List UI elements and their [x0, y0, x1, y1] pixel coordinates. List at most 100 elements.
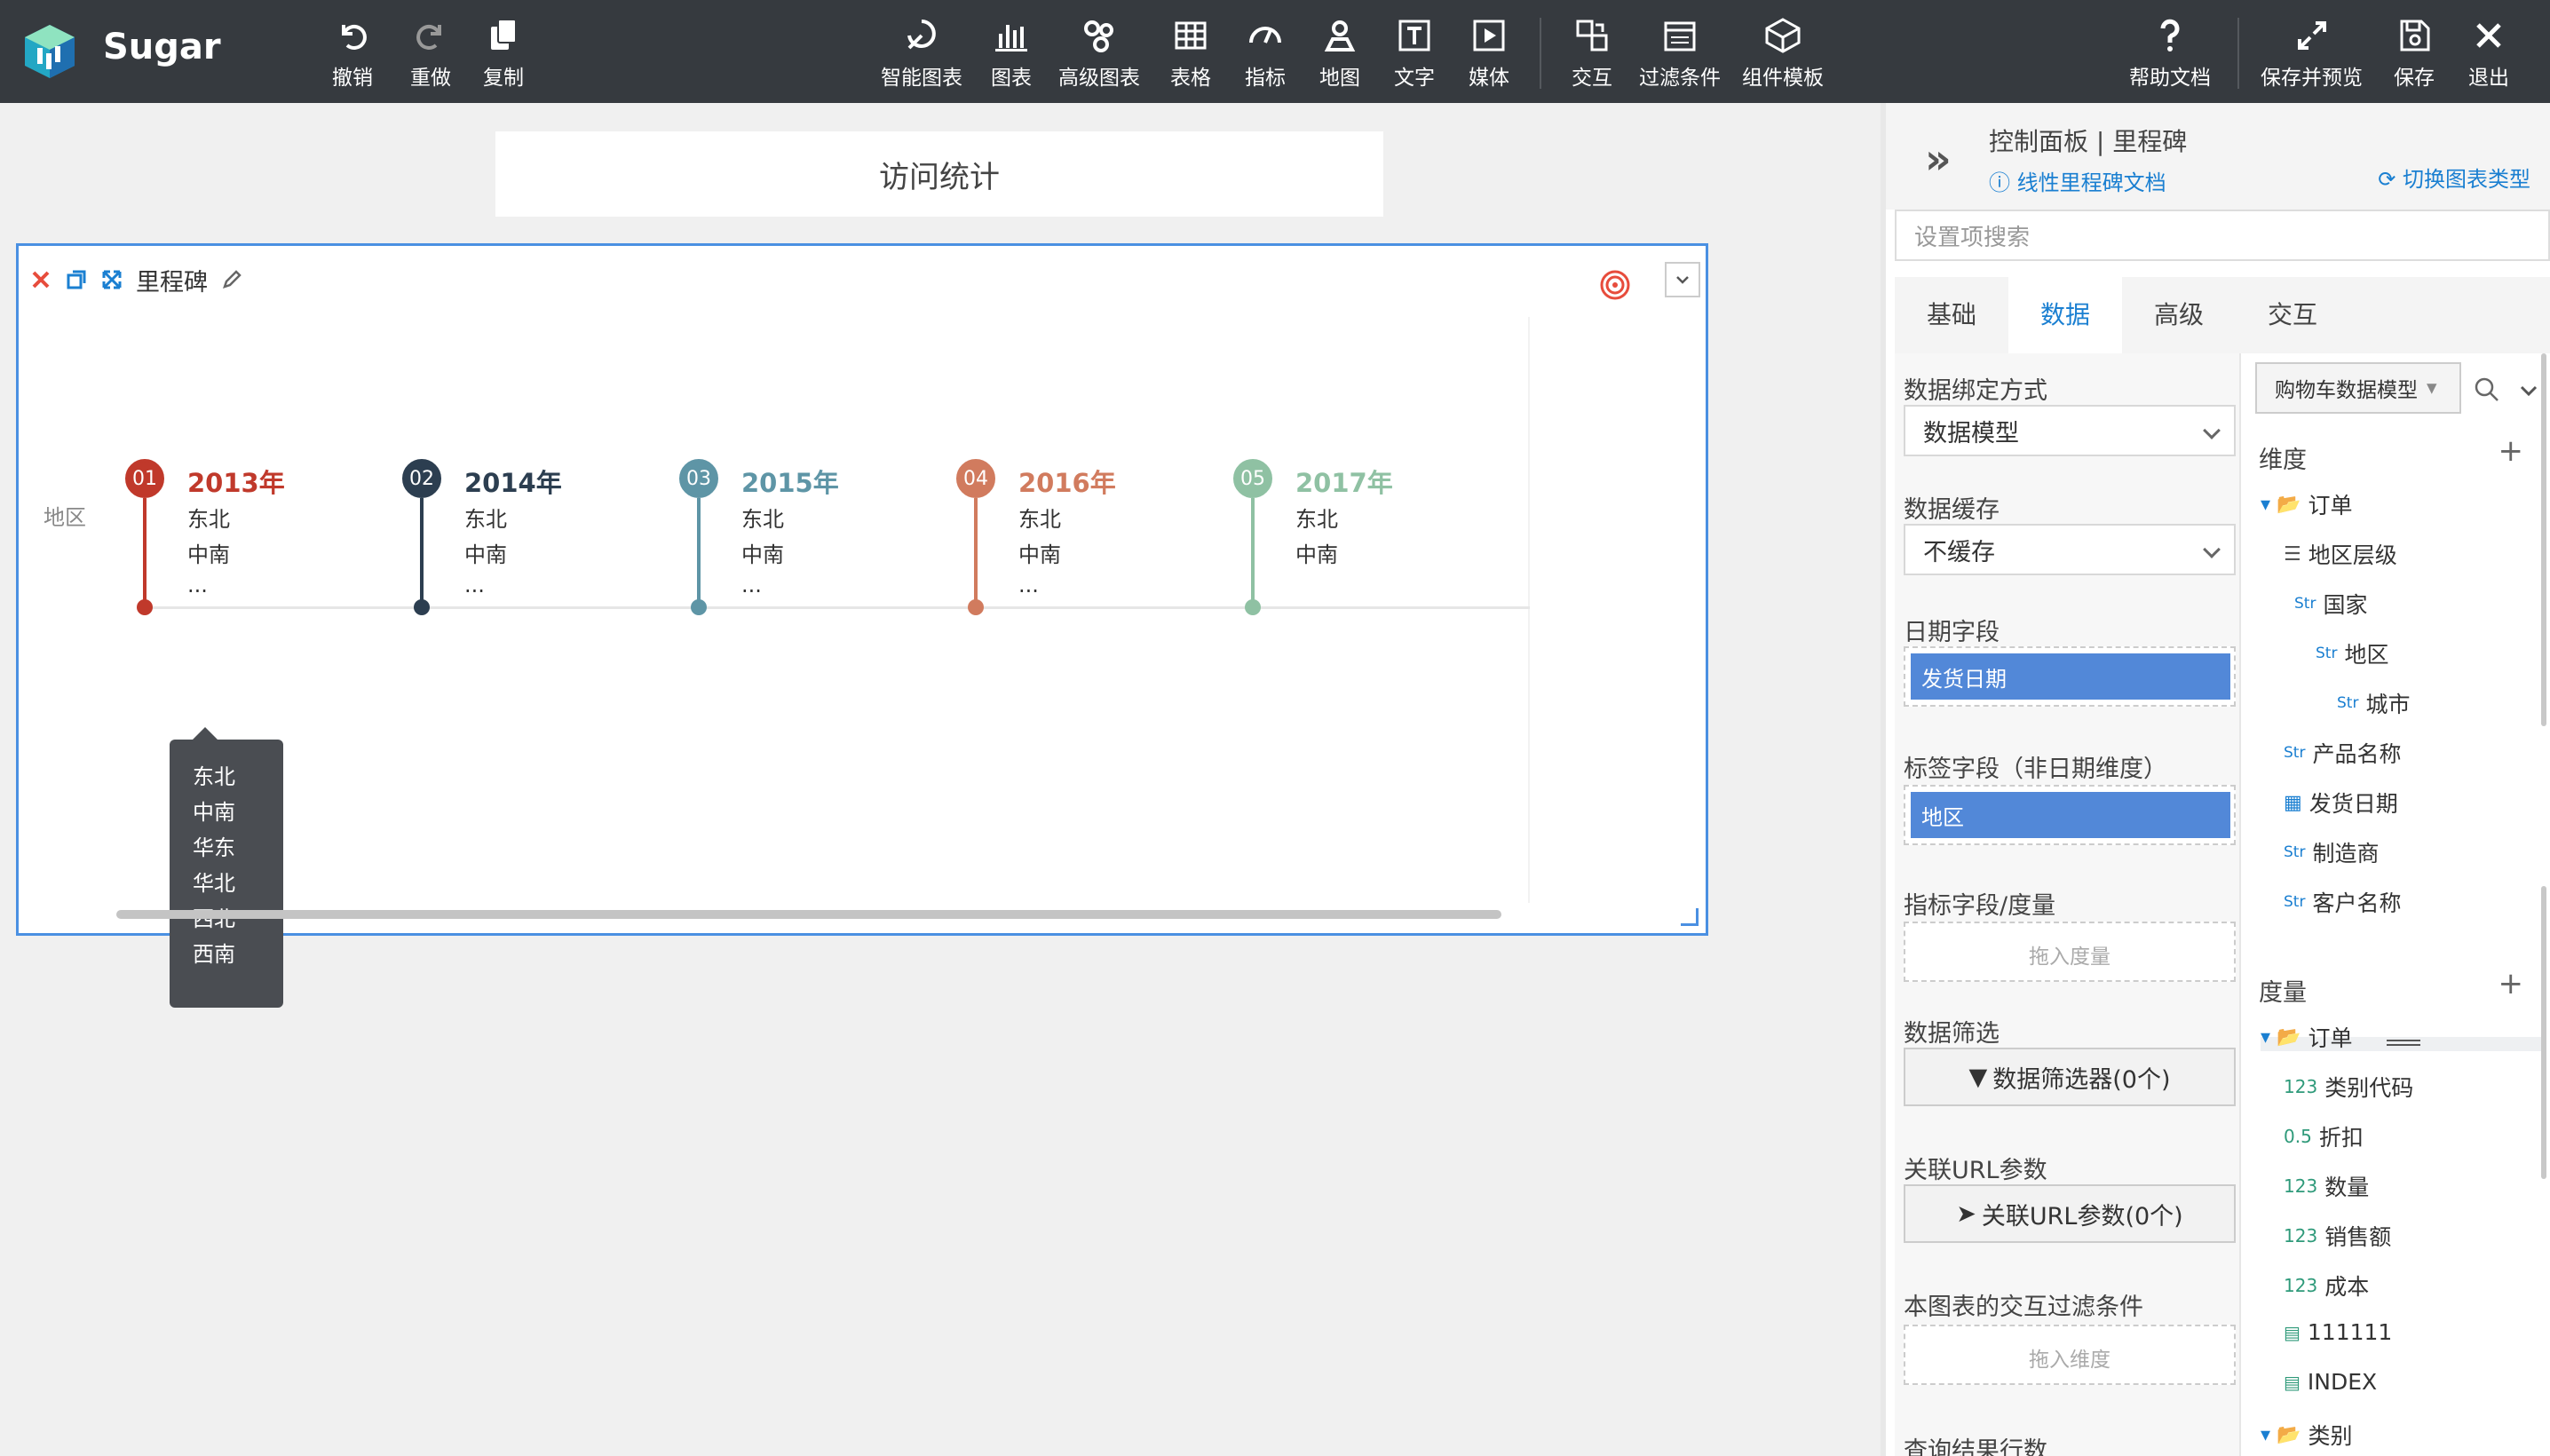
tree-field[interactable]: 123 类别代码	[2284, 1071, 2413, 1103]
chevron-down-icon[interactable]	[2518, 380, 2539, 401]
page-title[interactable]: 访问统计	[495, 131, 1383, 217]
tag-field-pill[interactable]: 地区	[1911, 792, 2230, 838]
tree-field[interactable]: Str 制造商	[2284, 836, 2379, 868]
tree-field[interactable]: 123 销售额	[2284, 1220, 2391, 1252]
tab-basic[interactable]: 基础	[1895, 277, 2008, 353]
milestone-item: 中南	[187, 542, 230, 567]
advanced-chart-button[interactable]: 高级图表	[1058, 16, 1140, 92]
tree-field[interactable]: ▤ INDEX	[2284, 1369, 2377, 1395]
interaction-button[interactable]: 交互	[1572, 16, 1612, 92]
milestone[interactable]: 01 2013年 东北 中南...	[125, 459, 392, 619]
indicator-button[interactable]: 指标	[1245, 16, 1286, 92]
undo-label: 撤销	[332, 67, 373, 90]
tree-label: 类别	[2308, 1423, 2353, 1449]
tree-field[interactable]: 123 成本	[2284, 1270, 2369, 1302]
smart-chart-button[interactable]: 智能图表	[881, 16, 962, 92]
milestone[interactable]: 04 2016年 东北 中南...	[956, 459, 1223, 619]
tree-label: 销售额	[2324, 1224, 2392, 1250]
date-field-label: 日期字段	[1904, 619, 2000, 646]
tree-folder[interactable]: ▾ 📂 类别	[2261, 1419, 2352, 1451]
tab-interaction[interactable]: 交互	[2236, 277, 2349, 353]
interaction-dropzone[interactable]: 拖入维度	[1904, 1325, 2236, 1385]
tab-advanced[interactable]: 高级	[2122, 277, 2236, 353]
add-measure-icon[interactable]: +	[2499, 966, 2524, 1001]
tree-field[interactable]: 123 数量	[2284, 1170, 2369, 1202]
map-button[interactable]: 地图	[1319, 16, 1360, 92]
exit-button[interactable]: 退出	[2468, 16, 2509, 92]
milestone[interactable]: 05 2017年 东北 中南	[1233, 459, 1500, 619]
tree-field[interactable]: ▤ 111111	[2284, 1319, 2392, 1345]
settings-search-input[interactable]: 设置项搜索	[1895, 210, 2550, 261]
tree-field[interactable]: Str 地区	[2316, 637, 2388, 669]
edit-pencil-icon[interactable]	[220, 268, 243, 291]
collapse-panel-icon[interactable]: »	[1925, 135, 1952, 183]
metric-field-label: 指标字段/度量	[1904, 892, 2056, 920]
doc-link[interactable]: ⓘ 线性里程碑文档	[1989, 165, 2166, 196]
milestone-year: 2015年	[741, 468, 839, 498]
chart-button[interactable]: 图表	[991, 16, 1032, 92]
milestone-item: ...	[1018, 573, 1039, 597]
duplicate-icon[interactable]	[65, 268, 88, 291]
number-type-icon: 123	[2284, 1175, 2318, 1197]
cache-label: 数据缓存	[1904, 496, 2000, 524]
tree-folder[interactable]: ▾ 📂 订单	[2261, 1021, 2352, 1053]
interaction-label: 交互	[1572, 67, 1612, 90]
tree-field[interactable]: Str 国家	[2294, 588, 2367, 620]
dimension-scrollbar[interactable]	[2541, 353, 2546, 726]
undo-button[interactable]: 撤销	[332, 16, 373, 92]
tree-field[interactable]: Str 客户名称	[2284, 886, 2401, 918]
fullscreen-icon[interactable]	[100, 268, 123, 291]
milestone-year: 2013年	[187, 468, 285, 498]
tree-field[interactable]: ▦ 发货日期	[2284, 787, 2398, 819]
data-filter-button[interactable]: ▼ 数据筛选器(0个)	[1904, 1048, 2236, 1106]
tree-field[interactable]: ☰ 地区层级	[2284, 538, 2397, 570]
measure-scrollbar[interactable]	[2541, 886, 2546, 1179]
binding-select[interactable]: 数据模型	[1904, 405, 2236, 456]
data-model-select[interactable]: 购物车数据模型 ▾	[2255, 362, 2461, 414]
text-label: 文字	[1394, 67, 1435, 90]
milestone-widget[interactable]: 里程碑 地区 01 2013年 东北 中南... 02 2014年 东北 中南... 03 201…	[16, 243, 1708, 1008]
delete-icon[interactable]	[29, 268, 52, 291]
target-icon[interactable]	[1599, 269, 1631, 301]
milestone[interactable]: 02 2014年 东北 中南...	[402, 459, 669, 619]
binding-label: 数据绑定方式	[1904, 377, 2047, 405]
milestone-index-badge: 04	[956, 459, 995, 498]
metric-dropzone[interactable]: 拖入度量	[1904, 922, 2236, 982]
tab-data[interactable]: 数据	[2008, 277, 2122, 353]
url-param-button[interactable]: ➤ 关联URL参数(0个)	[1904, 1184, 2236, 1243]
date-field-pill[interactable]: 发货日期	[1911, 653, 2230, 700]
tree-label: 订单	[2308, 493, 2353, 518]
save-preview-button[interactable]: 保存并预览	[2261, 16, 2363, 92]
switch-chart-type-link[interactable]: ⟳ 切换图表类型	[2378, 162, 2530, 193]
date-field-dropzone[interactable]: 发货日期	[1904, 646, 2236, 707]
component-template-button[interactable]: 组件模板	[1742, 16, 1824, 92]
tag-field-dropzone[interactable]: 地区	[1904, 785, 2236, 845]
text-button[interactable]: 文字	[1394, 16, 1435, 92]
indicator-label: 指标	[1245, 67, 1286, 90]
table-button[interactable]: 表格	[1170, 16, 1211, 92]
tree-field[interactable]: 0.5 折扣	[2284, 1120, 2364, 1152]
horizontal-scrollbar[interactable]	[116, 910, 1501, 919]
search-icon[interactable]	[2474, 376, 2500, 403]
milestone-item: ...	[741, 573, 762, 597]
widget-menu-button[interactable]	[1665, 262, 1700, 297]
redo-button[interactable]: 重做	[410, 16, 451, 92]
tree-field[interactable]: Str 城市	[2337, 687, 2410, 719]
filter-button[interactable]: 过滤条件	[1639, 16, 1721, 92]
string-type-icon: Str	[2284, 744, 2306, 762]
save-button[interactable]: 保存	[2394, 16, 2435, 92]
add-dimension-icon[interactable]: +	[2499, 433, 2524, 469]
cache-select[interactable]: 不缓存	[1904, 524, 2236, 575]
calculated-field-icon: ▤	[2284, 1371, 2301, 1393]
milestone[interactable]: 03 2015年 东北 中南...	[679, 459, 946, 619]
tree-field[interactable]: Str 产品名称	[2284, 737, 2401, 769]
editor-canvas: 访问统计 里程碑 地区 01 2013年 东北 中南... 02 2014年 东北 中南...…	[0, 103, 1881, 1456]
copy-button[interactable]: 复制	[483, 16, 524, 92]
tree-folder[interactable]: ▾ 📂 订单	[2261, 488, 2352, 520]
milestone-item: 东北	[1018, 507, 1061, 532]
smart-chart-icon	[907, 20, 936, 50]
help-doc-button[interactable]: 帮助文档	[2129, 16, 2211, 92]
resize-handle[interactable]	[1681, 908, 1699, 926]
chart-overflow-area	[1528, 317, 1697, 903]
media-button[interactable]: 媒体	[1469, 16, 1509, 92]
